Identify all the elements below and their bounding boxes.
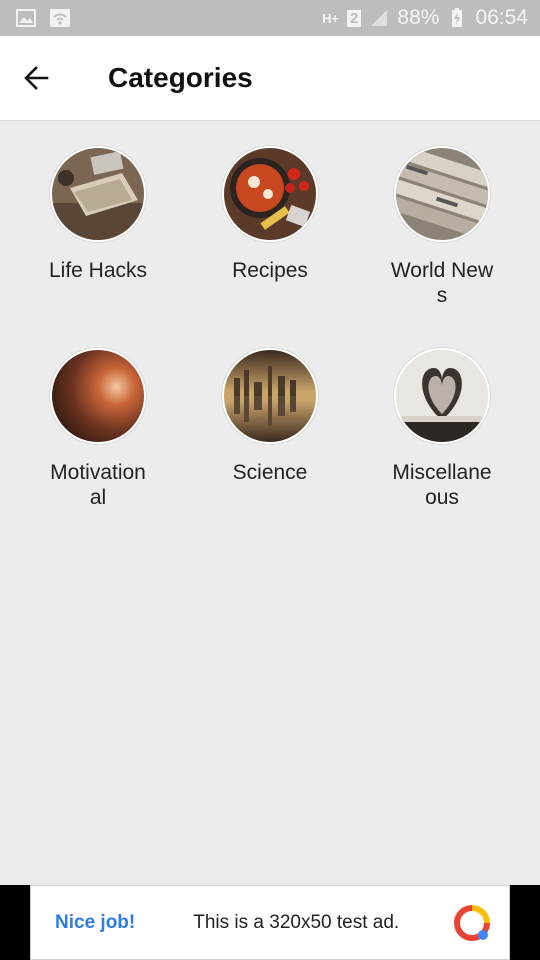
- ad-logo-icon: [454, 904, 490, 941]
- category-recipes[interactable]: Recipes: [184, 146, 356, 308]
- motivational-image: [50, 348, 146, 444]
- category-science[interactable]: Science: [184, 348, 356, 510]
- life-hacks-image: [50, 146, 146, 242]
- battery-icon: [447, 8, 467, 28]
- wifi-icon: [50, 8, 70, 28]
- category-label: Science: [232, 461, 308, 484]
- miscellaneous-image: [394, 348, 490, 444]
- ad-text: This is a 320x50 test ad.: [193, 911, 400, 933]
- ad-banner[interactable]: Nice job! This is a 320x50 test ad.: [30, 885, 510, 960]
- category-label: Motivational: [50, 461, 146, 509]
- recipes-image: [222, 146, 318, 242]
- network-type: H+: [322, 10, 340, 26]
- app-bar: Categories: [0, 36, 540, 121]
- arrow-left-icon: [24, 66, 49, 90]
- gallery-icon: [16, 8, 36, 28]
- category-miscellaneous[interactable]: Miscellaneous: [356, 348, 528, 510]
- category-label: World News: [390, 259, 494, 307]
- category-label: Recipes: [232, 259, 308, 282]
- sim-slot: 2: [347, 9, 362, 27]
- battery-percent: 88%: [397, 6, 440, 29]
- category-world-news[interactable]: World News: [356, 146, 528, 308]
- status-time: 06:54: [475, 6, 528, 29]
- status-bar: H+ 2 88% 06:54: [0, 0, 540, 36]
- page-title: Categories: [108, 62, 253, 93]
- signal-icon: [369, 8, 389, 28]
- back-button[interactable]: [0, 36, 72, 120]
- world-news-image: [394, 146, 490, 242]
- category-label: Miscellaneous: [392, 461, 492, 509]
- category-label: Life Hacks: [48, 259, 148, 282]
- category-grid: Life Hacks Recipes World News Motivation…: [12, 146, 528, 510]
- category-motivational[interactable]: Motivational: [12, 348, 184, 510]
- category-life-hacks[interactable]: Life Hacks: [12, 146, 184, 308]
- science-image: [222, 348, 318, 444]
- ad-badge: Nice job!: [55, 911, 136, 933]
